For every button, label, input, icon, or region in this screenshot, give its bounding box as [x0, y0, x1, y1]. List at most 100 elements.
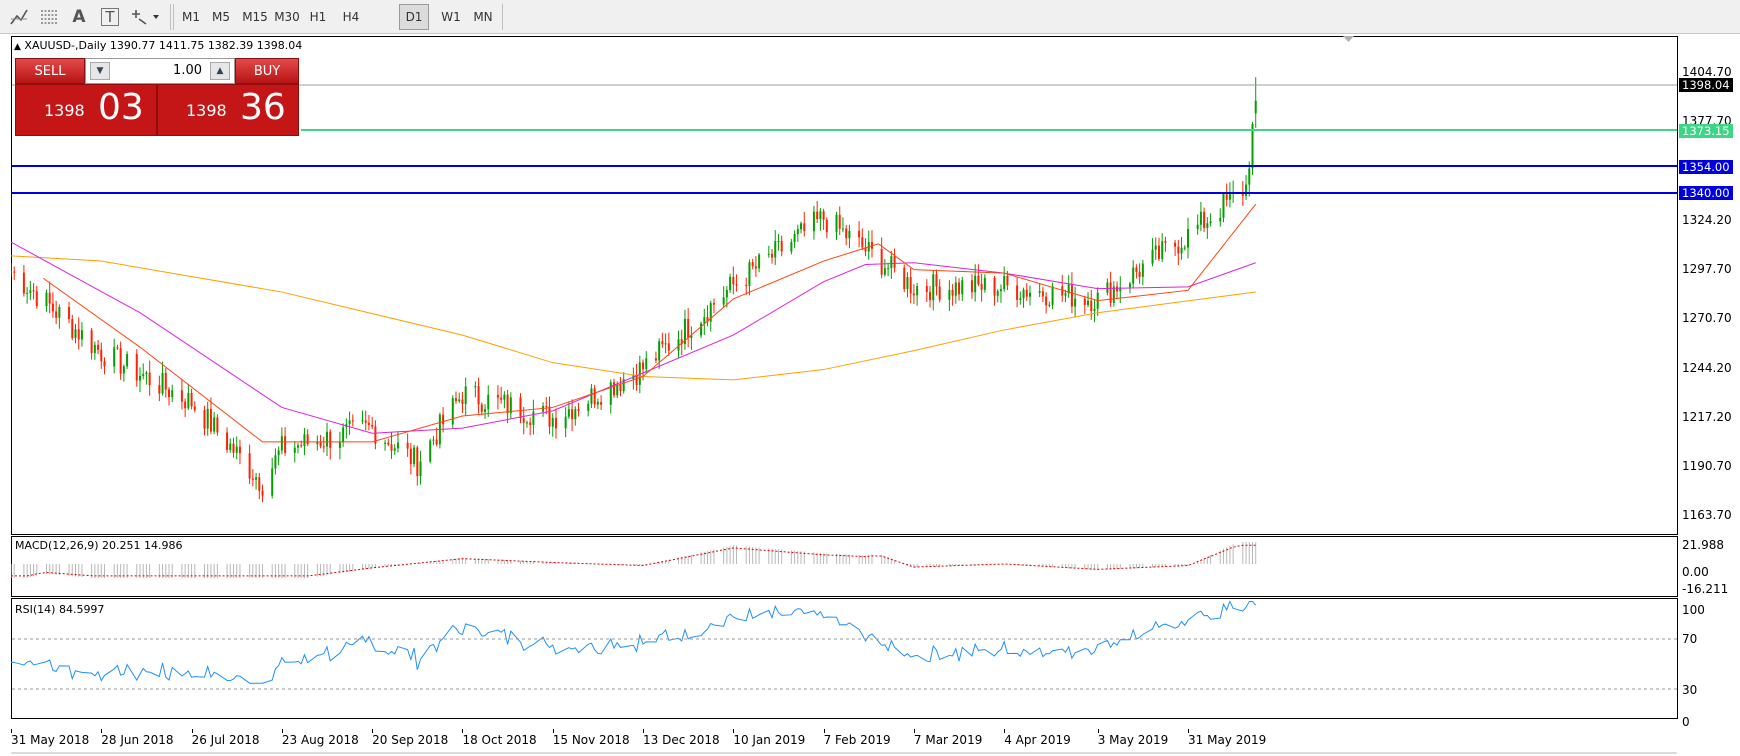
candle-body: [1209, 221, 1212, 224]
candle-body: [158, 385, 161, 394]
candle-body: [616, 384, 619, 396]
candle-body: [667, 343, 670, 351]
collapse-triangle-icon[interactable]: ▲: [14, 42, 21, 52]
date-tick-mark: [733, 729, 735, 733]
candle-body: [232, 443, 235, 453]
price-tick: 1404.70: [1682, 65, 1732, 79]
candle-body: [642, 362, 645, 370]
candle-body: [767, 253, 770, 255]
candle-body: [751, 262, 754, 267]
candle-body: [1222, 194, 1225, 218]
lot-increase-icon[interactable]: ▲: [210, 62, 230, 80]
date-tick-mark: [372, 729, 374, 733]
timeframe-m5[interactable]: M5: [206, 4, 236, 30]
candle-body: [593, 388, 596, 405]
candle-body: [916, 286, 919, 296]
price-tick: 1270.70: [1682, 311, 1732, 325]
candle-body: [574, 409, 577, 420]
timeframe-h1[interactable]: H1: [303, 4, 333, 30]
candle-body: [1022, 289, 1025, 299]
level-label-1340[interactable]: 1340.00: [1679, 186, 1733, 200]
candle-body: [816, 211, 819, 220]
rsi-label: RSI(14) 84.5997: [15, 603, 105, 616]
candle-body: [654, 358, 657, 361]
candle-body: [587, 403, 590, 411]
candle-body: [419, 461, 422, 477]
candle-body: [271, 468, 274, 496]
candle-body: [145, 372, 148, 375]
candle-body: [1138, 271, 1141, 277]
candle-body: [1028, 292, 1031, 297]
candle-body: [848, 230, 851, 239]
candle-body: [77, 329, 80, 340]
price-tick: 1163.70: [1682, 508, 1732, 522]
candle-body: [777, 240, 780, 242]
sell-button[interactable]: SELL: [15, 58, 85, 84]
timeframe-w1[interactable]: W1: [436, 4, 466, 30]
date-tick: 28 Jun 2018: [101, 733, 174, 747]
candle-body: [1006, 276, 1009, 286]
price-tick: 1244.20: [1682, 361, 1732, 375]
candle-body: [296, 445, 299, 448]
lot-size-input[interactable]: ▼ 1.00 ▲: [85, 58, 235, 84]
shapes-dropdown-icon[interactable]: [128, 4, 164, 30]
candle-body: [503, 394, 506, 400]
candle-body: [451, 398, 454, 425]
candle-body: [255, 477, 258, 480]
candle-body: [1180, 247, 1183, 254]
level-label-1354[interactable]: 1354.00: [1679, 160, 1733, 174]
candle-body: [1064, 293, 1067, 296]
candle-body: [435, 439, 438, 445]
rsi-tick: 70: [1682, 632, 1698, 646]
buy-price-button[interactable]: 1398 36: [157, 84, 299, 136]
candle-body: [161, 372, 164, 394]
candle-body: [11, 271, 12, 273]
lot-decrease-icon[interactable]: ▼: [90, 62, 110, 80]
timeframe-m1[interactable]: M1: [176, 4, 206, 30]
candle-body: [300, 445, 303, 447]
timeframe-h4[interactable]: H4: [336, 4, 366, 30]
timeframe-m15[interactable]: M15: [238, 4, 272, 30]
candle-body: [80, 330, 83, 340]
candle-body: [571, 409, 574, 420]
macd-tick: 21.988: [1682, 538, 1724, 552]
date-tick-mark: [1188, 729, 1189, 733]
timeframe-mn[interactable]: MN: [468, 4, 498, 30]
candle-body: [251, 478, 254, 480]
lot-size-value[interactable]: 1.00: [173, 59, 202, 83]
candle-body: [1038, 291, 1041, 293]
candle-body: [74, 329, 77, 338]
text-label-icon[interactable]: T: [101, 8, 119, 26]
candle-body: [925, 286, 928, 292]
candle-body: [1087, 300, 1090, 305]
timeframe-d1[interactable]: D1: [399, 4, 429, 30]
candle-body: [812, 211, 815, 232]
candle-body: [664, 343, 667, 345]
candle-body: [1045, 296, 1048, 306]
candle-body: [887, 268, 890, 270]
price-tick: 1190.70: [1682, 459, 1732, 473]
candle-body: [735, 284, 738, 286]
candle-body: [564, 416, 567, 429]
chart-title: ▲ XAUUSD-,Daily 1390.77 1411.75 1382.39 …: [14, 39, 302, 52]
candle-body: [858, 230, 861, 238]
level-label-1373[interactable]: 1373.15: [1679, 124, 1733, 138]
candle-body: [745, 284, 748, 287]
candle-body: [645, 358, 648, 370]
buy-button[interactable]: BUY: [235, 58, 299, 84]
candle-body: [442, 414, 445, 425]
sell-price-button[interactable]: 1398 03: [15, 84, 157, 136]
chart-canvas[interactable]: [11, 36, 1739, 732]
toolbar: A T M1 M5 M15 M30 H1 H4 D1 W1 MN: [0, 0, 1740, 34]
timeframe-m30[interactable]: M30: [270, 4, 304, 30]
candle-body: [148, 372, 151, 386]
chart-tools-icon[interactable]: [6, 4, 32, 30]
text-icon[interactable]: A: [66, 4, 92, 30]
candle-body: [171, 390, 174, 398]
candle-body: [548, 406, 551, 427]
candle-body: [71, 319, 74, 338]
candle-body: [1219, 217, 1222, 222]
horizontal-scrollbar[interactable]: [11, 752, 1677, 754]
fibonacci-icon[interactable]: [36, 4, 62, 30]
candle-body: [138, 375, 141, 381]
